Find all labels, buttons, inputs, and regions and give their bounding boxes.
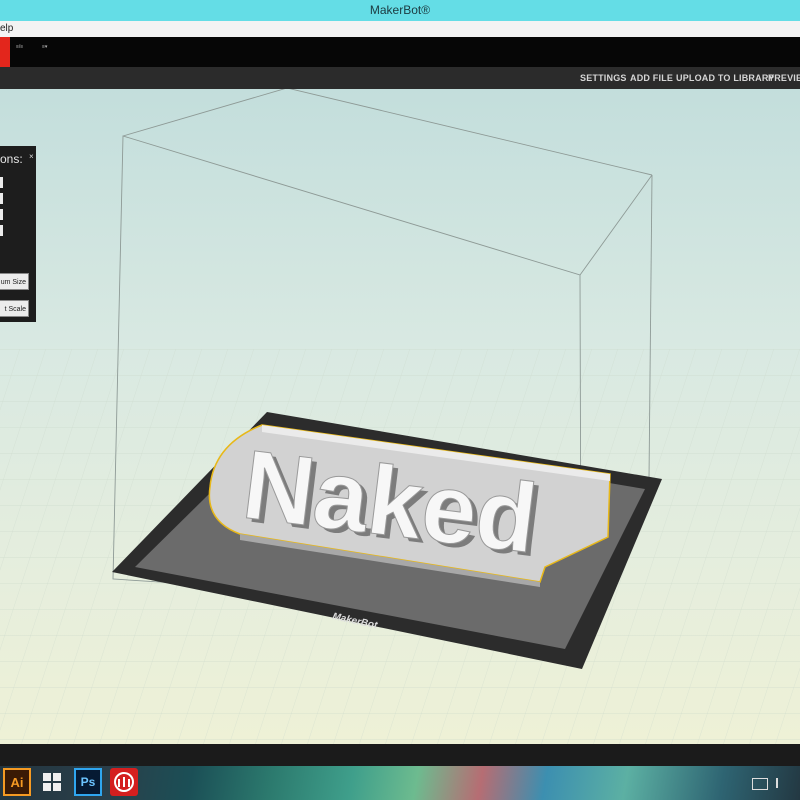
illustrator-label: Ai bbox=[10, 774, 24, 790]
maximum-size-button[interactable]: um Size bbox=[0, 273, 29, 290]
scale-percent-field[interactable] bbox=[0, 225, 3, 236]
header-mini-label-2[interactable]: ≡▾ bbox=[42, 44, 47, 50]
app-header-bar: ≡/≡ ≡▾ bbox=[0, 37, 800, 67]
os-taskbar: Ai Ps bbox=[0, 766, 800, 800]
header-mini-label-1[interactable]: ≡/≡ bbox=[16, 44, 23, 50]
dimension-x-field[interactable] bbox=[0, 177, 3, 188]
photoshop-label: Ps bbox=[80, 775, 96, 789]
menu-item-help[interactable]: elp bbox=[0, 21, 13, 37]
window-title-bar[interactable]: MakerBot® bbox=[0, 0, 800, 21]
flag-icon[interactable] bbox=[776, 778, 790, 788]
photoshop-icon[interactable]: Ps bbox=[74, 768, 102, 796]
scale-options-panel: ons: × um Size t Scale bbox=[0, 146, 36, 322]
active-tab-indicator[interactable] bbox=[0, 37, 10, 67]
status-bar bbox=[0, 744, 800, 766]
window-title: MakerBot® bbox=[369, 3, 431, 17]
dimension-y-field[interactable] bbox=[0, 193, 3, 204]
nav-settings[interactable]: SETTINGS bbox=[580, 73, 627, 83]
build-viewport[interactable]: MakerBot Naked Naked bbox=[0, 89, 800, 744]
reset-scale-button[interactable]: t Scale bbox=[0, 300, 29, 317]
top-nav-bar: SETTINGS ADD FILE UPLOAD TO LIBRARY PREV… bbox=[0, 67, 800, 89]
menu-bar: elp bbox=[0, 21, 800, 38]
dimension-z-field[interactable] bbox=[0, 209, 3, 220]
windows-icon[interactable] bbox=[38, 768, 66, 796]
network-icon[interactable] bbox=[752, 778, 768, 790]
close-icon[interactable]: × bbox=[29, 152, 34, 161]
nav-preview[interactable]: PREVIEW bbox=[768, 73, 800, 83]
nav-add-file[interactable]: ADD FILE bbox=[630, 73, 673, 83]
panel-title: ons: bbox=[0, 152, 23, 166]
viewport-scene: MakerBot Naked Naked bbox=[0, 89, 800, 744]
illustrator-icon[interactable]: Ai bbox=[3, 768, 31, 796]
makerbot-icon[interactable] bbox=[110, 768, 138, 796]
nav-upload-to-library[interactable]: UPLOAD TO LIBRARY bbox=[676, 73, 774, 83]
